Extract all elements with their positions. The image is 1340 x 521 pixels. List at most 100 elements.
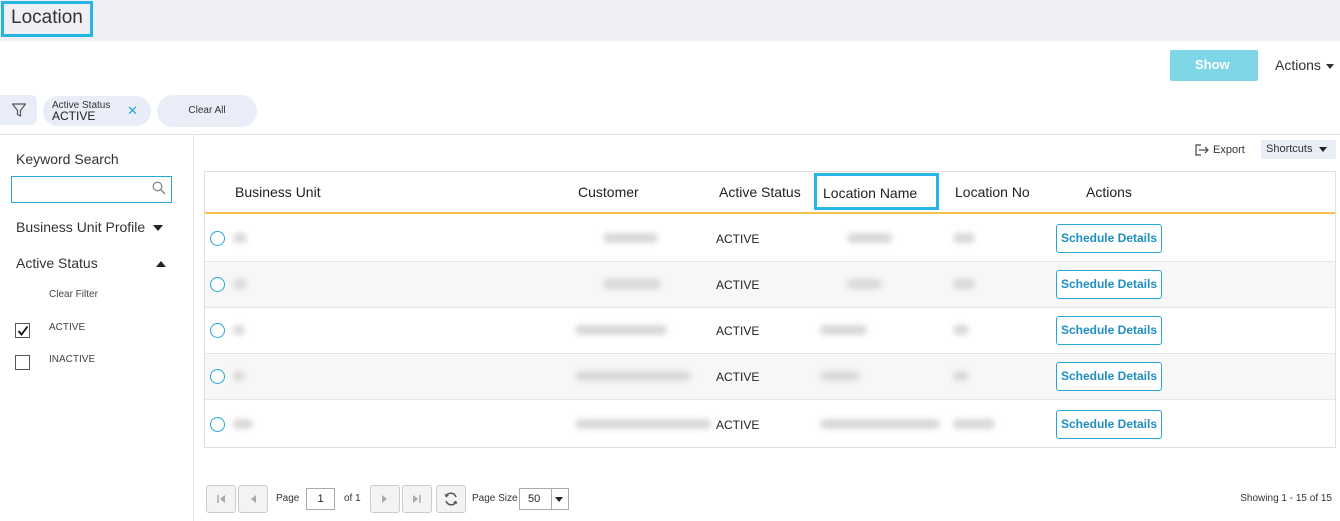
first-page-button[interactable] — [206, 485, 236, 513]
previous-page-icon — [251, 495, 256, 503]
export-label: Export — [1213, 144, 1245, 156]
location-name-cell — [820, 419, 940, 429]
active-status-cell: ACTIVE — [716, 278, 760, 292]
business-unit-cell — [233, 279, 247, 289]
customer-cell — [603, 279, 661, 289]
column-header-active-status[interactable]: Active Status — [719, 184, 801, 200]
page-count-label: of 1 — [344, 493, 361, 504]
customer-cell — [575, 325, 667, 335]
schedule-details-button[interactable]: Schedule Details — [1056, 270, 1162, 299]
location-name-cell — [847, 233, 892, 243]
table-row[interactable]: ACTIVE Schedule Details — [205, 262, 1335, 308]
filter-icon — [11, 103, 26, 117]
table-row[interactable]: ACTIVE Schedule Details — [205, 216, 1335, 262]
actions-menu-label: Actions — [1275, 57, 1321, 73]
refresh-button[interactable] — [436, 485, 466, 513]
chevron-down-icon — [555, 497, 563, 502]
inactive-checkbox[interactable] — [15, 355, 30, 370]
customer-cell — [575, 371, 691, 381]
customer-cell — [603, 233, 658, 243]
active-status-cell: ACTIVE — [716, 324, 760, 338]
previous-page-button[interactable] — [238, 485, 268, 513]
show-button[interactable]: Show — [1170, 50, 1258, 81]
location-no-cell — [953, 325, 969, 335]
close-icon[interactable]: ✕ — [127, 103, 138, 119]
row-select-radio[interactable] — [210, 369, 225, 384]
actions-menu[interactable]: Actions — [1275, 57, 1334, 73]
chevron-down-icon — [153, 225, 164, 232]
location-name-cell — [820, 325, 867, 335]
refresh-icon — [444, 492, 458, 506]
last-page-button[interactable] — [402, 485, 432, 513]
active-status-section-label[interactable]: Active Status — [16, 255, 98, 271]
active-status-cell: ACTIVE — [716, 370, 760, 384]
active-status-cell: ACTIVE — [716, 232, 760, 246]
next-page-button[interactable] — [370, 485, 400, 513]
location-name-cell — [847, 279, 882, 289]
checkmark-icon — [17, 325, 29, 336]
clear-all-button[interactable]: Clear All — [157, 95, 257, 127]
locations-table: Business Unit Customer Active Status Loc… — [204, 171, 1336, 448]
active-status-filter-chip: Active Status ACTIVE ✕ — [43, 96, 151, 126]
column-header-actions: Actions — [1086, 184, 1132, 200]
sidebar-divider — [193, 135, 194, 521]
page-size-label: Page Size — [472, 493, 518, 504]
business-unit-profile-label: Business Unit Profile — [16, 219, 146, 235]
filter-toggle-button[interactable] — [0, 95, 37, 125]
row-select-radio[interactable] — [210, 231, 225, 246]
row-select-radio[interactable] — [210, 417, 225, 432]
location-no-cell — [953, 233, 975, 243]
shortcuts-dropdown[interactable]: Shortcuts — [1261, 140, 1336, 159]
first-page-icon — [217, 495, 225, 503]
location-no-cell — [953, 419, 995, 429]
schedule-details-button[interactable]: Schedule Details — [1056, 224, 1162, 253]
last-page-icon — [413, 495, 421, 503]
column-header-location-name[interactable]: Location Name — [814, 173, 939, 210]
table-row[interactable]: ACTIVE Schedule Details — [205, 401, 1335, 447]
divider — [0, 134, 1340, 135]
business-unit-cell — [233, 233, 247, 243]
table-row[interactable]: ACTIVE Schedule Details — [205, 354, 1335, 400]
divider — [551, 489, 552, 509]
export-button[interactable]: Export — [1195, 144, 1245, 156]
keyword-search-label: Keyword Search — [16, 151, 119, 167]
chevron-down-icon — [1319, 146, 1328, 152]
row-select-radio[interactable] — [210, 277, 225, 292]
column-header-customer[interactable]: Customer — [578, 184, 639, 200]
page-size-select[interactable]: 50 — [519, 488, 569, 510]
row-select-radio[interactable] — [210, 323, 225, 338]
schedule-details-button[interactable]: Schedule Details — [1056, 362, 1162, 391]
page-size-value: 50 — [528, 493, 541, 505]
table-row[interactable]: ACTIVE Schedule Details — [205, 308, 1335, 354]
search-icon — [152, 181, 166, 195]
page-title: Location — [1, 1, 93, 37]
business-unit-profile-toggle[interactable]: Business Unit Profile — [16, 219, 164, 235]
keyword-search-input[interactable] — [11, 176, 172, 203]
schedule-details-button[interactable]: Schedule Details — [1056, 316, 1162, 345]
column-header-business-unit[interactable]: Business Unit — [235, 184, 321, 200]
location-name-cell — [820, 371, 860, 381]
active-option-label: ACTIVE — [49, 322, 86, 333]
page-label: Page — [276, 493, 300, 504]
location-no-cell — [953, 371, 969, 381]
business-unit-cell — [233, 419, 253, 429]
page-number-input[interactable]: 1 — [306, 488, 335, 510]
schedule-details-button[interactable]: Schedule Details — [1056, 410, 1162, 439]
shortcuts-label: Shortcuts — [1266, 143, 1313, 155]
active-checkbox[interactable] — [15, 323, 30, 338]
business-unit-cell — [233, 325, 245, 335]
next-page-icon — [382, 495, 387, 503]
location-no-cell — [953, 279, 975, 289]
chevron-up-icon[interactable] — [156, 261, 166, 267]
chevron-down-icon — [1325, 63, 1334, 69]
inactive-option-label: INACTIVE — [49, 354, 96, 365]
customer-cell — [575, 419, 711, 429]
chip-value: ACTIVE — [52, 109, 96, 123]
business-unit-cell — [233, 371, 245, 381]
clear-filter-link[interactable]: Clear Filter — [49, 289, 98, 300]
pagination-bar: Page 1 of 1 Page Size 50 Showing 1 - 15 … — [206, 485, 1336, 513]
export-icon — [1195, 144, 1209, 156]
table-header: Business Unit Customer Active Status Loc… — [205, 172, 1335, 214]
title-bar: Location — [0, 0, 1340, 41]
column-header-location-no[interactable]: Location No — [955, 184, 1030, 200]
